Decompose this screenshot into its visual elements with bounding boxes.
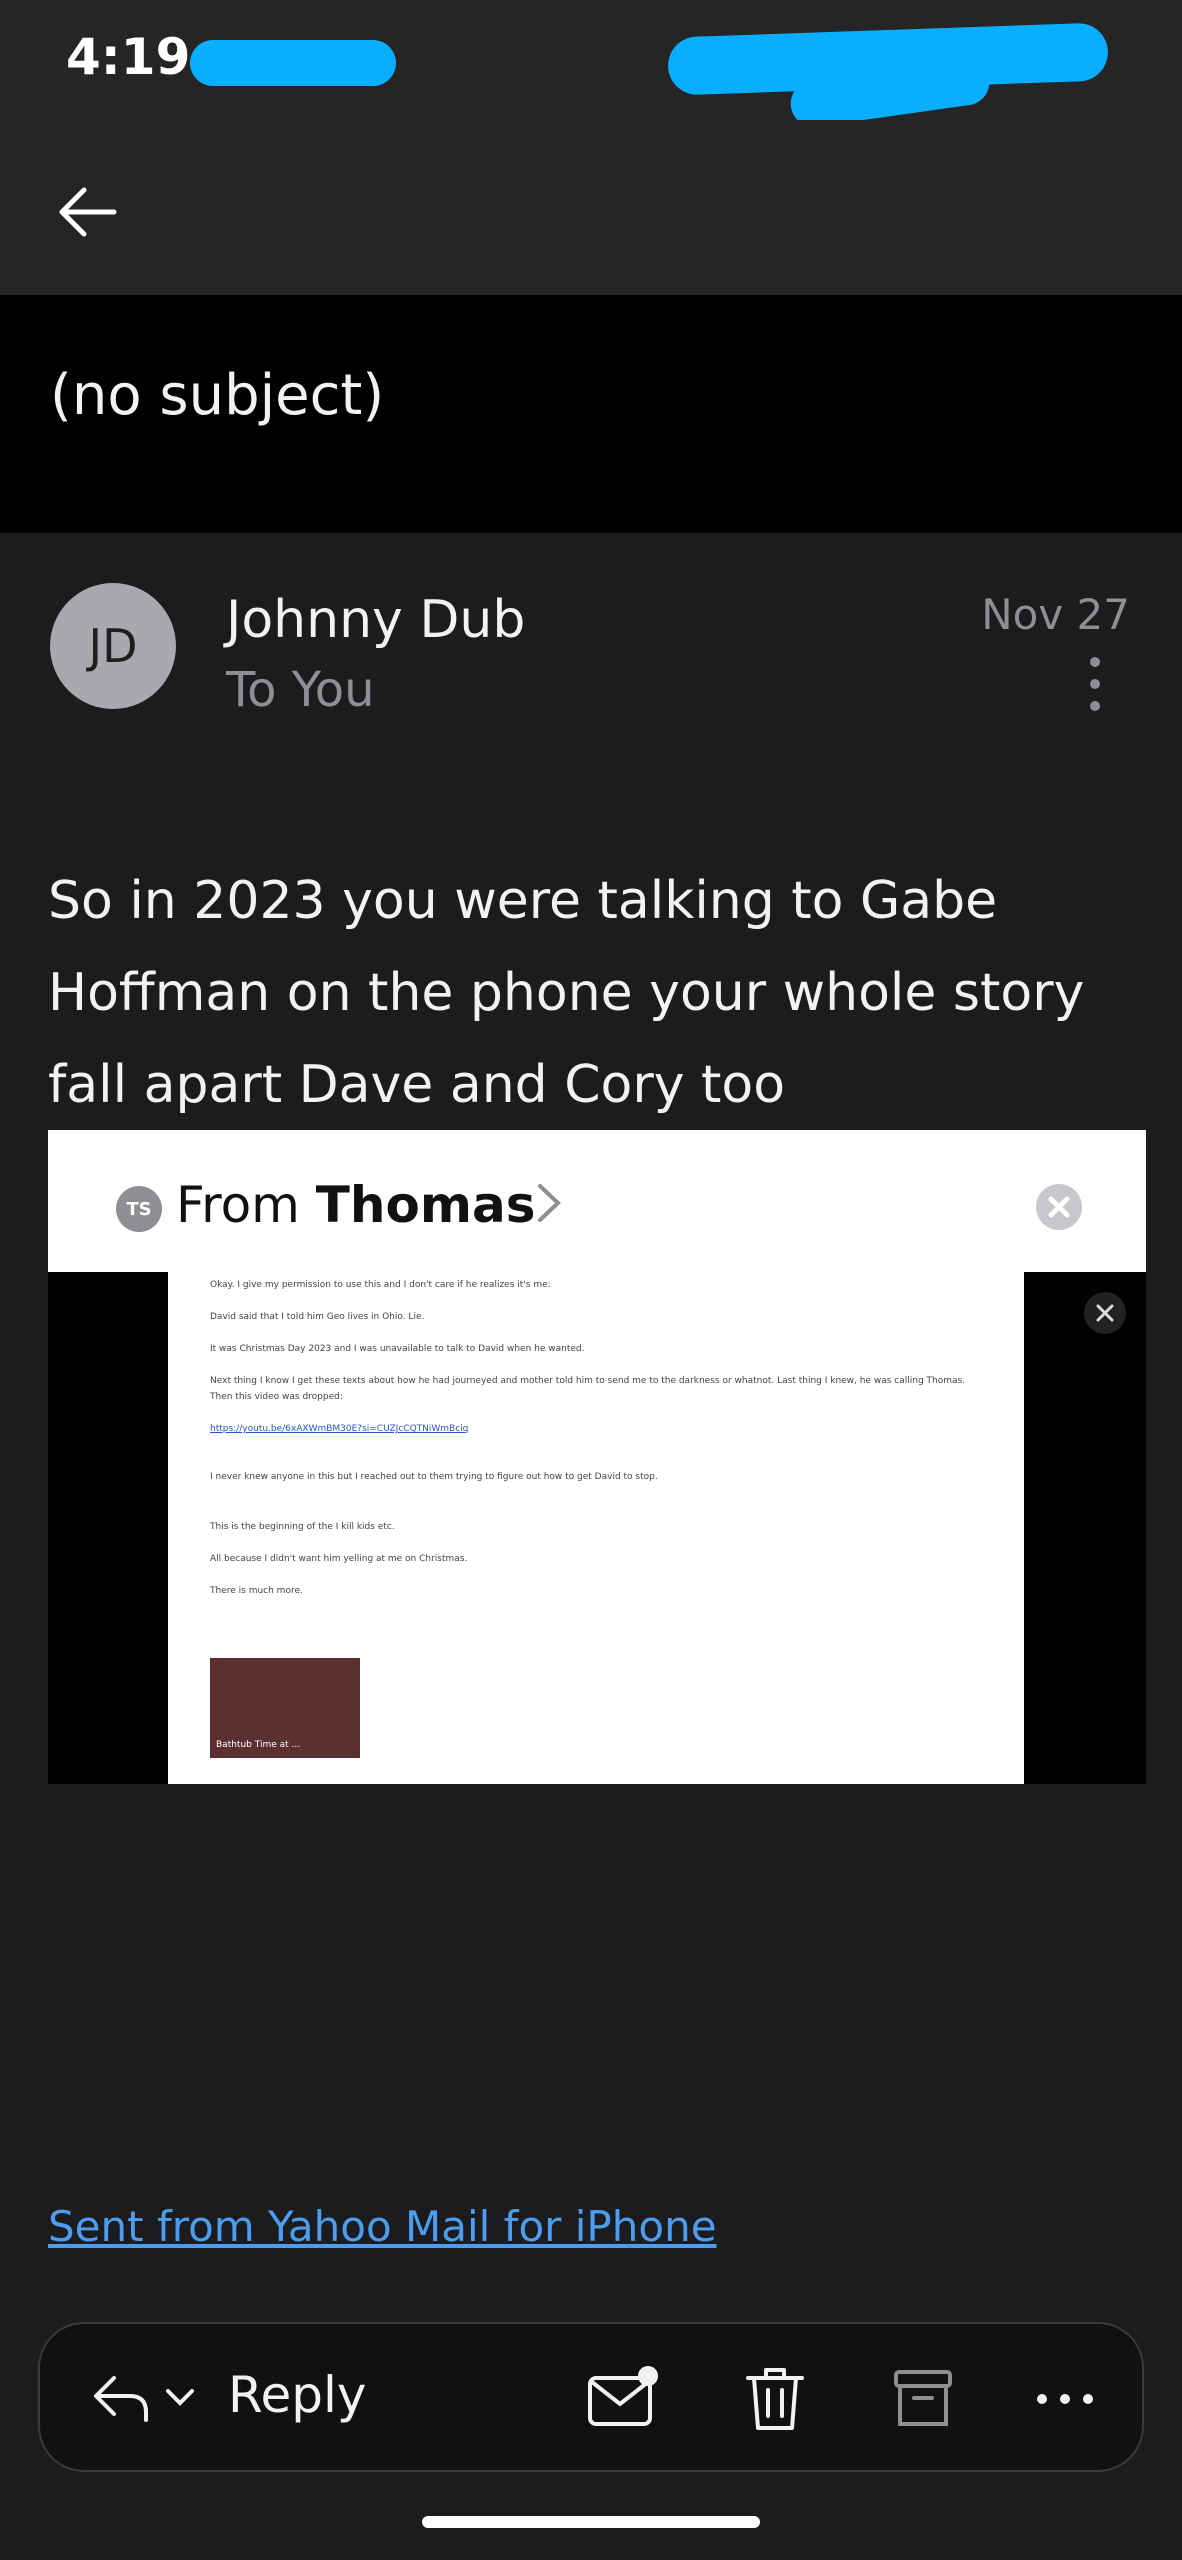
video-thumbnail-label: Bathtub Time at ... [216, 1740, 301, 1750]
doc-line: All because I didn't want him yelling at… [210, 1554, 468, 1564]
sender-name[interactable]: Johnny Dub [226, 590, 525, 650]
reply-icon[interactable] [86, 2364, 156, 2434]
bottom-toolbar: Reply [38, 2322, 1144, 2472]
avatar[interactable]: JD [50, 583, 176, 709]
attachment-header: TS From Thomas [48, 1130, 1146, 1272]
sender-badge: TS [116, 1186, 162, 1232]
doc-line: There is much more. [210, 1586, 303, 1596]
close-icon [1084, 1292, 1126, 1334]
archive-icon[interactable] [888, 2364, 958, 2434]
doc-line: David said that I told him Geo lives in … [210, 1312, 425, 1322]
email-date: Nov 27 [981, 590, 1130, 639]
email-subject: (no subject) [50, 363, 385, 428]
doc-line: I never knew anyone in this but I reache… [210, 1472, 658, 1482]
from-prefix: From [176, 1176, 300, 1234]
document-preview: Okay. I give my permission to use this a… [168, 1272, 1024, 1784]
email-body: So in 2023 you were talking to Gabe Hoff… [48, 871, 1085, 1115]
doc-line: Okay. I give my permission to use this a… [210, 1280, 551, 1290]
redaction-scribble [190, 40, 396, 86]
app-header [0, 120, 1182, 295]
status-bar: 4:19 [0, 0, 1182, 130]
home-indicator[interactable] [422, 2516, 760, 2528]
doc-line: It was Christmas Day 2023 and I was unav… [210, 1344, 585, 1354]
from-label: From Thomas [176, 1176, 535, 1234]
reply-button[interactable]: Reply [228, 2366, 366, 2424]
more-vertical-icon[interactable] [1080, 654, 1110, 714]
doc-line: This is the beginning of the I kill kids… [210, 1522, 395, 1532]
chevron-right-icon [538, 1184, 561, 1222]
doc-link: https://youtu.be/6xAXWmBM30E?si=CUZJcCQT… [210, 1424, 469, 1434]
email-image-attachment[interactable]: TS From Thomas Okay. I give my permissio… [48, 1130, 1146, 1784]
mark-unread-icon[interactable] [584, 2364, 664, 2434]
recipient-line[interactable]: To You [226, 662, 375, 718]
trash-icon[interactable] [740, 2364, 810, 2434]
signature-link[interactable]: Sent from Yahoo Mail for iPhone [48, 2202, 717, 2251]
chevron-down-icon[interactable] [162, 2380, 198, 2416]
subject-bar: (no subject) [0, 295, 1182, 533]
arrow-left-icon[interactable] [50, 175, 125, 250]
from-name: Thomas [315, 1176, 536, 1234]
doc-line: Then this video was dropped: [210, 1392, 343, 1402]
video-thumbnail: Bathtub Time at ... [210, 1658, 360, 1758]
more-icon[interactable] [1030, 2364, 1100, 2434]
status-time: 4:19 [66, 28, 191, 86]
doc-line: Next thing I know I get these texts abou… [210, 1376, 966, 1386]
close-icon [1036, 1184, 1082, 1230]
